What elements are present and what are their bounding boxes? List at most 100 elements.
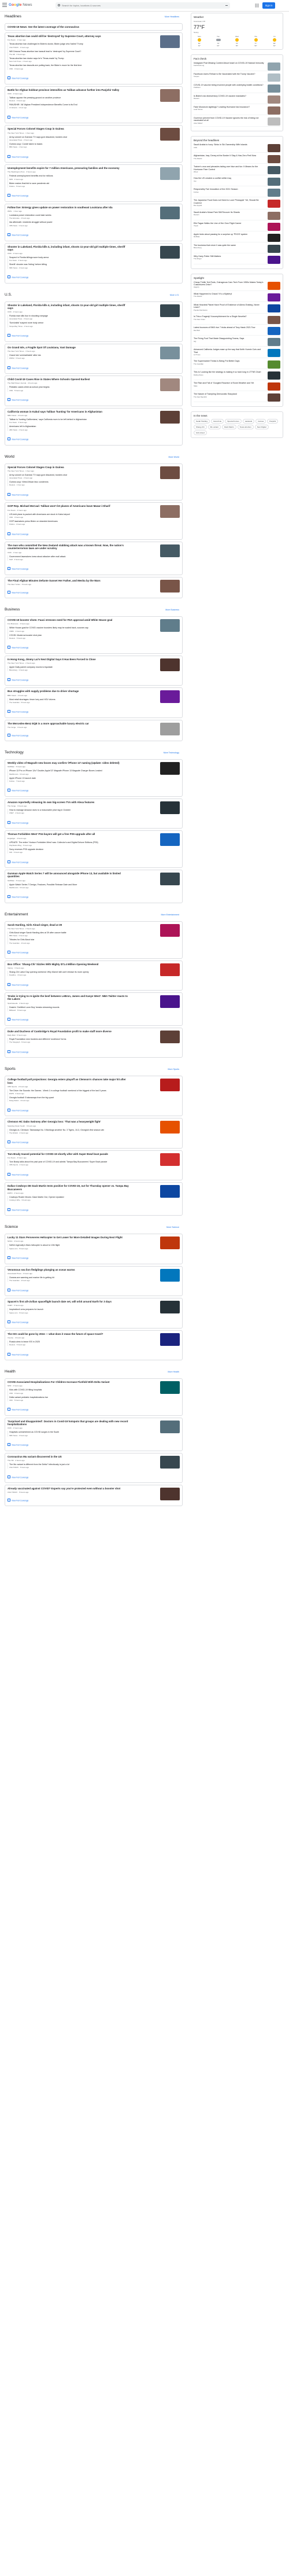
side-story-title[interactable]: Instagram Post Missing Context About Isr… xyxy=(194,62,265,64)
related-headline[interactable]: Pediatric cases climb as school year beg… xyxy=(9,386,142,388)
story-headline[interactable]: Lucky 11 Stars Perseveres Helicopter to … xyxy=(8,1236,129,1239)
story-source[interactable]: BBC News xyxy=(8,694,16,697)
related-headline[interactable]: The Mu variant is different from the Del… xyxy=(9,1463,142,1466)
topic-chip[interactable]: Texas abortion xyxy=(237,425,254,430)
full-coverage-link[interactable]: View Full Coverage xyxy=(8,1173,28,1176)
related-headline[interactable]: Texas abortion law doctor says he's 'Tex… xyxy=(9,57,142,60)
story-source[interactable]: The Washington Post xyxy=(8,171,24,173)
story-thumbnail[interactable] xyxy=(160,346,180,359)
story-headline[interactable]: The ISS could be gone by 2024 — what doe… xyxy=(8,1333,129,1335)
story-source[interactable]: Daily Mail xyxy=(8,1034,15,1036)
story-headline[interactable]: The Mercedes-Benz EQE is a more approach… xyxy=(8,722,129,725)
story-thumbnail[interactable] xyxy=(160,1079,180,1092)
story-headline[interactable]: Already vaccinated against COVID? Expert… xyxy=(8,1487,129,1490)
full-coverage-link[interactable]: View Full Coverage xyxy=(8,1256,28,1260)
full-coverage-link[interactable]: View Full Coverage xyxy=(8,233,28,237)
related-headline[interactable]: Texas abortion law lawsuits are putting … xyxy=(9,64,142,67)
related-headline[interactable]: How to manage Amazon does to a reasonabl… xyxy=(9,809,142,811)
topic-chip[interactable]: Dack Martin xyxy=(222,425,236,430)
story-source[interactable]: The New York Times xyxy=(8,470,24,472)
story-headline[interactable]: Bus struggles with supply problems due t… xyxy=(8,690,129,693)
side-story[interactable]: How the US created a conflict within Ira… xyxy=(194,177,280,187)
section-title[interactable]: Headlines xyxy=(5,14,21,19)
section-title[interactable]: Business xyxy=(5,608,20,612)
story-thumbnail[interactable] xyxy=(160,544,180,558)
related-headline[interactable]: Army colonel on Guinean TV says govt dis… xyxy=(9,136,142,138)
sign-in-button[interactable]: Sign in xyxy=(262,2,275,9)
side-story[interactable]: The Rise and Fall of 'Googled Reaction' … xyxy=(194,382,280,392)
side-story-thumbnail[interactable] xyxy=(268,106,280,115)
related-headline[interactable]: Army colonel on Guinean TV says govt dis… xyxy=(9,474,142,476)
story-source[interactable]: The Hill xyxy=(8,1459,14,1462)
story-source[interactable]: Fox News xyxy=(8,1157,16,1159)
side-story-thumbnail[interactable] xyxy=(268,166,280,175)
related-headline[interactable]: PANJSHIR: 'All' Afghan President Indepen… xyxy=(9,104,142,106)
side-story[interactable]: Advanced California Judges ease up the w… xyxy=(194,348,280,359)
side-story-thumbnail[interactable] xyxy=(268,244,280,253)
related-headline[interactable]: Apple Daily parent company moves to liqu… xyxy=(9,666,142,668)
full-coverage-link[interactable]: View Full Coverage xyxy=(8,734,28,737)
full-coverage-link[interactable]: View Full Coverage xyxy=(8,1408,28,1411)
full-coverage-link[interactable]: View Full Coverage xyxy=(8,194,28,197)
story-headline[interactable]: COVID-Associated Hospitalizations For Ch… xyxy=(8,1381,129,1383)
story-thumbnail[interactable] xyxy=(160,873,180,886)
story-headline[interactable]: Gunman Apple Watch Series 7 will be anno… xyxy=(8,872,129,878)
related-headline[interactable]: Shang-Chi Labor Day opening weekend: Why… xyxy=(9,971,142,973)
full-coverage-link[interactable]: View Full Coverage xyxy=(8,437,28,441)
side-story-title[interactable]: The Japanese Food Does not Need to Look … xyxy=(194,199,265,204)
side-story-thumbnail[interactable] xyxy=(268,222,280,231)
related-headline[interactable]: iPhone 13 Pro or iPhone 12s? Double-Appl… xyxy=(9,770,142,772)
side-story[interactable]: Afghanistan, Iraq: Deney at the Border I… xyxy=(194,154,280,164)
side-story[interactable]: Instagram Post Missing Context About Isr… xyxy=(194,62,280,71)
related-headline[interactable]: Inspiration4 crew prepares for launch xyxy=(9,1308,142,1311)
topic-chip[interactable]: Grand Isle xyxy=(210,419,224,424)
topic-chip[interactable]: Lakeland xyxy=(242,419,255,424)
side-story-title[interactable]: Latest bounces of BMX rise 7 tricks ahea… xyxy=(194,326,265,329)
story-headline[interactable]: Thomas Forbidden West' PS4 buyers will g… xyxy=(8,833,129,836)
story-thumbnail[interactable] xyxy=(160,762,180,775)
story-thumbnail[interactable] xyxy=(160,505,180,518)
story-headline[interactable]: GOP Rep. Michael McCaul: Taliban won't l… xyxy=(8,505,129,507)
related-headline[interactable]: Georgia football: 5 takeaways from the b… xyxy=(9,1096,142,1099)
full-coverage-link[interactable]: View Full Coverage xyxy=(8,983,28,986)
story-source[interactable]: 9to5Mac xyxy=(8,766,14,768)
related-headline[interactable]: Grand Isle 'uninhabitable' after Ida xyxy=(9,354,142,356)
story-headline[interactable]: Venomous sea lion fledglings plunging as… xyxy=(8,1268,129,1271)
story-source[interactable]: The Verge xyxy=(8,805,16,807)
related-headline[interactable]: Guinea coup: West African bloc condemns xyxy=(9,481,142,483)
side-story-thumbnail[interactable] xyxy=(268,178,280,186)
side-story-thumbnail[interactable] xyxy=(268,200,280,208)
section-more-link[interactable]: More Entertainment xyxy=(161,914,179,916)
related-headline[interactable]: Will Cessna Texas abortion ban lawsuit l… xyxy=(9,50,142,53)
story-source[interactable]: Sportskeeda xyxy=(8,1002,17,1004)
section-more-link[interactable]: More U.S. xyxy=(170,294,179,296)
story-headline[interactable]: Tom Brady teased potential for COVID-19 … xyxy=(8,1153,129,1155)
related-headline[interactable]: Russia aims to leave ISS in 2025 xyxy=(9,1341,142,1343)
related-headline[interactable]: Kids with COVID-19 filling hospitals xyxy=(9,1389,142,1391)
story-thumbnail[interactable] xyxy=(160,35,180,49)
story-headline[interactable]: College football poll projections: Georg… xyxy=(8,1078,129,1084)
side-story[interactable]: Facebook Users Refuse to Be Vaccinated w… xyxy=(194,73,280,82)
section-title[interactable]: Technology xyxy=(5,750,24,755)
full-coverage-link[interactable]: View Full Coverage xyxy=(8,860,28,863)
side-story-thumbnail[interactable] xyxy=(268,233,280,242)
side-story-thumbnail[interactable] xyxy=(268,371,280,380)
side-story-title[interactable]: COVID-19 vaccine being involved people w… xyxy=(194,84,265,86)
side-story-thumbnail[interactable] xyxy=(268,338,280,347)
full-coverage-link[interactable]: View Full Coverage xyxy=(8,895,28,899)
full-coverage-link[interactable]: View Full Coverage xyxy=(8,1443,28,1447)
related-headline[interactable]: Delta variant pediatric hospitalizations… xyxy=(9,1396,142,1399)
story-thumbnail[interactable] xyxy=(160,1381,180,1394)
story-headline[interactable]: Texas abortion law could still be 'destr… xyxy=(8,35,129,38)
story-source[interactable]: The Wall Street Journal xyxy=(8,382,26,384)
side-story[interactable]: The Japanese Food Does not Need to Look … xyxy=(194,199,280,209)
full-coverage-link[interactable]: View Full Coverage xyxy=(8,951,28,954)
topic-chip[interactable]: Mu variant xyxy=(208,425,221,430)
story-headline[interactable]: Weekly video of Magsafe new boxes may co… xyxy=(8,761,129,764)
full-coverage-link[interactable]: View Full Coverage xyxy=(8,1353,28,1356)
related-headline[interactable]: 'Survivalist' suspect wore body armor xyxy=(9,322,142,324)
side-story-title[interactable]: Advanced California Judges ease up the w… xyxy=(194,348,265,354)
story-thumbnail[interactable] xyxy=(160,1153,180,1166)
topic-chip[interactable]: Shang-Chi xyxy=(194,425,207,430)
topic-chip[interactable]: Panjshir xyxy=(267,419,279,424)
